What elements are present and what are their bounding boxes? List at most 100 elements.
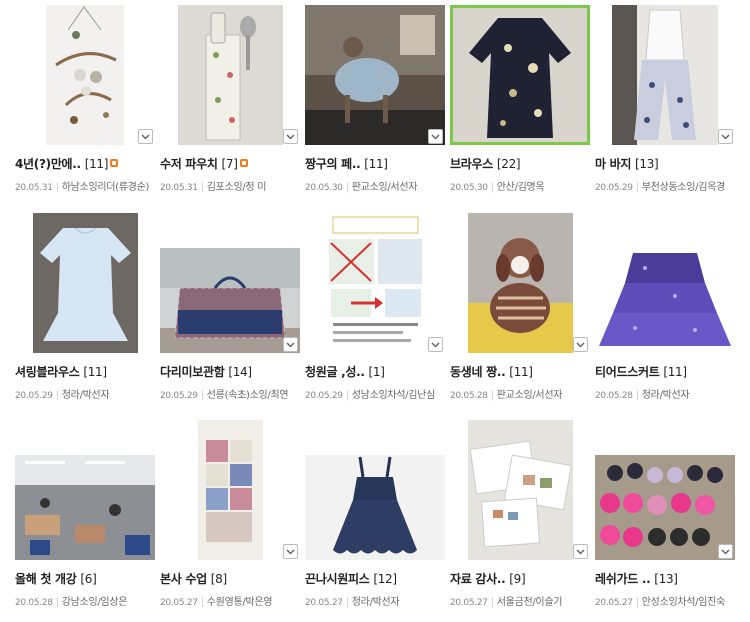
post-card[interactable]: 마 바지 [13] 20.05.29 | 부천상동소잉/김옥경 [595, 5, 735, 200]
post-thumbnail[interactable] [305, 5, 445, 145]
dropdown-button[interactable] [138, 129, 153, 144]
post-card[interactable]: 브라우스 [22] 20.05.30 | 안산/김명옥 [450, 5, 590, 200]
post-title[interactable]: 4년(?)만에.. [15, 157, 81, 171]
photo-dog-toy-icon [468, 238, 573, 353]
post-thumbnail[interactable] [15, 5, 155, 145]
post-author[interactable]: 청라/박선자 [352, 597, 400, 608]
dropdown-button[interactable] [428, 129, 443, 144]
post-card[interactable]: 수저 파우치 [7] 20.05.31 | 김포소잉/정 미 [160, 5, 300, 200]
post-title-line[interactable]: 올해 첫 개강 [6] [15, 570, 165, 587]
post-title[interactable]: 셔링블라우스 [15, 365, 80, 379]
post-author[interactable]: 수원영통/박은영 [207, 597, 273, 608]
dropdown-button[interactable] [428, 337, 443, 352]
post-thumbnail[interactable] [305, 213, 445, 353]
post-thumbnail[interactable] [595, 5, 735, 145]
post-card[interactable]: 동생네 짱.. [11] 20.05.28 | 판교소잉/서선자 [450, 213, 590, 408]
post-thumbnail[interactable] [15, 213, 155, 353]
post-card[interactable]: 청원글 ,성.. [1] 20.05.29 | 성남소잉차석/김난심 [305, 213, 445, 408]
post-title-line[interactable]: 셔링블라우스 [11] [15, 363, 165, 380]
post-title-line[interactable]: 마 바지 [13] [595, 155, 745, 172]
post-author[interactable]: 강남소잉/임상은 [62, 597, 128, 608]
post-title[interactable]: 자료 감사.. [450, 572, 506, 586]
post-thumbnail[interactable] [450, 5, 590, 145]
post-author[interactable]: 부천상동소잉/김옥경 [642, 182, 725, 193]
post-title-line[interactable]: 브라우스 [22] [450, 155, 600, 172]
post-thumbnail[interactable] [15, 420, 155, 560]
post-title-line[interactable]: 자료 감사.. [9] [450, 570, 600, 587]
post-thumbnail[interactable] [305, 420, 445, 560]
post-card[interactable]: 다리미보관함 [14] 20.05.29 | 선릉(속초)소잉/최연 [160, 213, 300, 408]
post-author[interactable]: 판교소잉/서선자 [352, 182, 418, 193]
chevron-down-icon [576, 548, 585, 555]
comment-count: [11] [83, 365, 107, 379]
post-author[interactable]: 안성소잉차석/임진숙 [642, 597, 725, 608]
post-date: 20.05.28 [15, 598, 53, 608]
post-author[interactable]: 청라/박선자 [62, 390, 110, 401]
dropdown-button[interactable] [283, 129, 298, 144]
post-title[interactable]: 짱구의 페.. [305, 157, 361, 171]
post-thumbnail[interactable] [450, 420, 590, 560]
post-card[interactable]: 4년(?)만에.. [11] 20.05.31 | 하남소잉리더(류경순) [15, 5, 155, 200]
post-thumbnail[interactable] [160, 5, 300, 145]
post-title[interactable]: 동생네 짱.. [450, 365, 506, 379]
post-title-line[interactable]: 티어드스커트 [11] [595, 363, 745, 380]
post-title[interactable]: 마 바지 [595, 157, 631, 171]
post-title[interactable]: 끈나시원피스 [305, 572, 370, 586]
post-card[interactable]: 올해 첫 개강 [6] 20.05.28 | 강남소잉/임상은 [15, 420, 155, 615]
post-author[interactable]: 선릉(속초)소잉/최연 [207, 390, 289, 401]
post-card[interactable]: 티어드스커트 [11] 20.05.28 | 청라/박선자 [595, 213, 735, 408]
post-title[interactable]: 본사 수업 [160, 572, 207, 586]
post-author[interactable]: 하남소잉리더(류경순) [62, 182, 150, 193]
comment-count: [13] [635, 157, 659, 171]
photo-mobile-icon [55, 6, 117, 124]
post-title[interactable]: 다리미보관함 [160, 365, 225, 379]
photo-strap-dress-icon [333, 456, 417, 554]
post-title-line[interactable]: 수저 파우치 [7] [160, 155, 310, 172]
post-card[interactable]: 셔링블라우스 [11] 20.05.29 | 청라/박선자 [15, 213, 155, 408]
post-title[interactable]: 브라우스 [450, 157, 493, 171]
post-title-line[interactable]: 4년(?)만에.. [11] [15, 155, 165, 172]
comment-count: [11] [663, 365, 687, 379]
chevron-down-icon [431, 341, 440, 348]
post-card[interactable]: 자료 감사.. [9] 20.05.27 | 서울금천/이슬기 [450, 420, 590, 615]
post-title-line[interactable]: 동생네 짱.. [11] [450, 363, 600, 380]
new-badge-icon [239, 159, 248, 167]
dropdown-button[interactable] [573, 544, 588, 559]
chevron-down-icon [286, 548, 295, 555]
post-author[interactable]: 안산/김명옥 [497, 182, 545, 193]
post-title-line[interactable]: 레쉬가드 .. [13] [595, 570, 745, 587]
dropdown-button[interactable] [718, 544, 733, 559]
post-thumbnail[interactable] [450, 213, 590, 353]
post-thumbnail[interactable] [595, 213, 735, 353]
dropdown-button[interactable] [283, 337, 298, 352]
post-thumbnail[interactable] [160, 420, 300, 560]
photo-classroom-icon [15, 455, 155, 560]
post-thumbnail[interactable] [160, 213, 300, 353]
post-title[interactable]: 올해 첫 개강 [15, 572, 77, 586]
post-title-line[interactable]: 본사 수업 [8] [160, 570, 310, 587]
dropdown-button[interactable] [573, 337, 588, 352]
post-author[interactable]: 서울금천/이슬기 [497, 597, 563, 608]
post-title[interactable]: 레쉬가드 .. [595, 572, 651, 586]
post-thumbnail[interactable] [595, 420, 735, 560]
dropdown-button[interactable] [718, 129, 733, 144]
post-title-line[interactable]: 청원글 ,성.. [1] [305, 363, 455, 380]
post-meta: 20.05.27 | 안성소잉차석/임진숙 [595, 597, 725, 608]
post-card[interactable]: 본사 수업 [8] 20.05.27 | 수원영통/박은영 [160, 420, 300, 615]
post-card[interactable]: 레쉬가드 .. [13] 20.05.27 | 안성소잉차석/임진숙 [595, 420, 735, 615]
post-author[interactable]: 청라/박선자 [642, 390, 690, 401]
photo-scrunchies-icon [600, 463, 723, 547]
post-title-line[interactable]: 짱구의 페.. [11] [305, 155, 455, 172]
post-title[interactable]: 티어드스커트 [595, 365, 660, 379]
post-title[interactable]: 수저 파우치 [160, 157, 218, 171]
post-title[interactable]: 청원글 ,성.. [305, 365, 365, 379]
post-author[interactable]: 성남소잉차석/김난심 [352, 390, 435, 401]
post-author[interactable]: 김포소잉/정 미 [207, 182, 267, 193]
chevron-down-icon [721, 133, 730, 140]
post-card[interactable]: 짱구의 페.. [11] 20.05.30 | 판교소잉/서선자 [305, 5, 445, 200]
post-card[interactable]: 끈나시원피스 [12] 20.05.27 | 청라/박선자 [305, 420, 445, 615]
post-title-line[interactable]: 다리미보관함 [14] [160, 363, 310, 380]
post-author[interactable]: 판교소잉/서선자 [497, 390, 563, 401]
post-title-line[interactable]: 끈나시원피스 [12] [305, 570, 455, 587]
dropdown-button[interactable] [283, 544, 298, 559]
